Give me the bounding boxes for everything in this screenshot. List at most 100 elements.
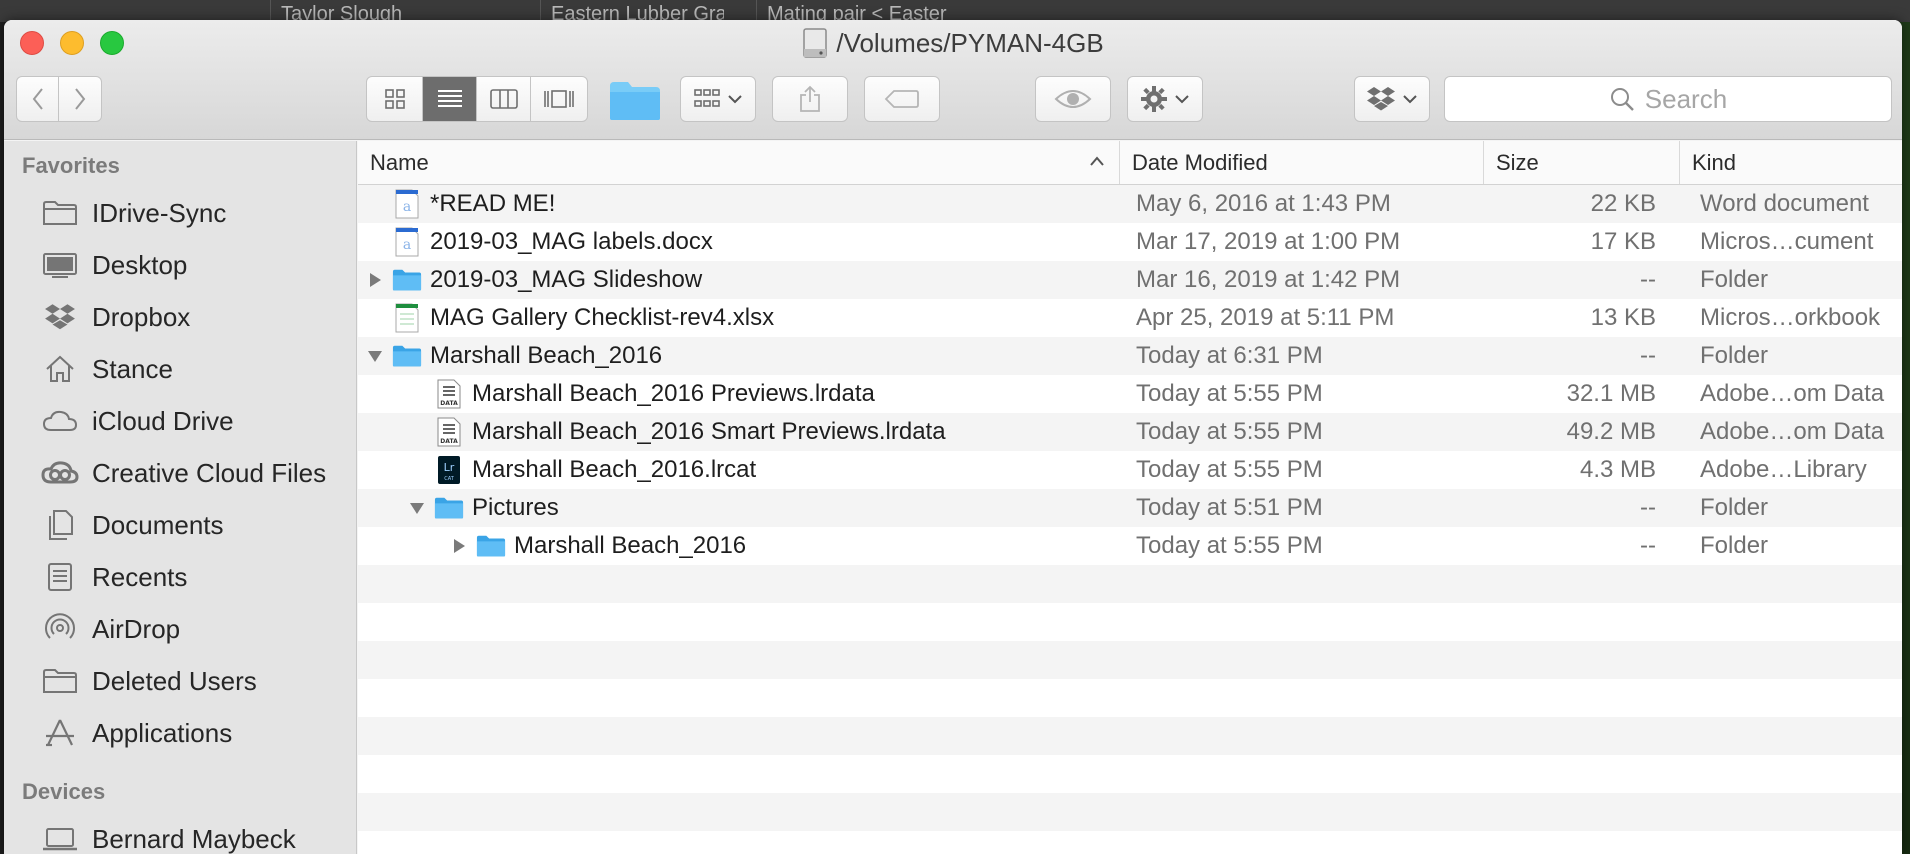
sidebar-item-label: Deleted Users <box>92 665 257 696</box>
kind-cell: Folder <box>1700 532 1769 559</box>
table-row[interactable]: 2019-03_MAG Slideshow Mar 16, 2019 at 1:4… <box>358 261 1902 299</box>
date-modified-cell: Today at 5:55 PM <box>1136 380 1323 407</box>
tags-button[interactable] <box>864 76 940 122</box>
date-modified-cell: Today at 5:55 PM <box>1136 532 1323 559</box>
file-name-cell: 2019-03_MAG Slideshow <box>358 265 1120 295</box>
grid-icon <box>384 89 405 109</box>
recents-icon <box>40 561 80 593</box>
laptop-icon <box>40 823 80 854</box>
icon-view-button[interactable] <box>367 77 423 121</box>
file-name-cell: Marshall Beach_2016 <box>358 531 1120 561</box>
size-cell: 22 KB <box>1590 190 1656 217</box>
sidebar-item-label: IDrive-Sync <box>92 197 227 228</box>
word-doc-icon: a <box>392 189 422 219</box>
sidebar-item-documents[interactable]: Documents <box>4 499 356 551</box>
file-name: Marshall Beach_2016 Smart Previews.lrdat… <box>472 418 946 445</box>
disclosure-triangle-expanded-icon[interactable] <box>406 497 428 519</box>
home-icon <box>40 353 80 385</box>
sidebar-item-stance[interactable]: Stance <box>4 343 356 395</box>
table-row[interactable]: DATA Marshall Beach_2016 Smart Previews.l… <box>358 413 1902 451</box>
kind-cell: Adobe…Library <box>1700 456 1867 483</box>
file-name-cell: DATA Marshall Beach_2016 Previews.lrdata <box>358 379 1120 409</box>
file-list: Name Date Modified Size Kind a *READ ME! M… <box>358 141 1902 854</box>
background-tab[interactable]: Mating pair < Easter <box>756 0 956 22</box>
file-name-cell: Marshall Beach_2016 <box>358 341 1120 371</box>
quick-look-button[interactable] <box>1035 76 1111 122</box>
column-header-date[interactable]: Date Modified <box>1120 141 1484 184</box>
sidebar-item-dropbox[interactable]: Dropbox <box>4 291 356 343</box>
gallery-view-button[interactable] <box>531 77 587 121</box>
share-button[interactable] <box>772 76 848 122</box>
sidebar-item-idrive-sync[interactable]: IDrive-Sync <box>4 187 356 239</box>
finder-window: /Volumes/PYMAN-4GB Search Favorites IDri… <box>4 20 1902 854</box>
date-modified-cell: Mar 17, 2019 at 1:00 PM <box>1136 228 1401 255</box>
dropbox-button[interactable] <box>1354 76 1430 122</box>
disclosure-triangle-collapsed-icon[interactable] <box>448 535 470 557</box>
folder-icon[interactable] <box>608 78 662 127</box>
action-menu-button[interactable] <box>1127 76 1203 122</box>
group-by-button[interactable] <box>680 76 756 122</box>
kind-cell: Word document <box>1700 190 1869 217</box>
disclosure-triangle-expanded-icon[interactable] <box>364 345 386 367</box>
sidebar-item-label: Bernard Maybeck <box>92 823 296 854</box>
file-name: Marshall Beach_2016 Previews.lrdata <box>472 380 875 407</box>
sidebar-item-label: Applications <box>92 717 233 748</box>
table-row[interactable]: DATA Marshall Beach_2016 Previews.lrdata T… <box>358 375 1902 413</box>
sidebar-item-creative-cloud-files[interactable]: Creative Cloud Files <box>4 447 356 499</box>
table-row[interactable]: Marshall Beach_2016 Today at 6:31 PM -- Fol… <box>358 337 1902 375</box>
sidebar-item-desktop[interactable]: Desktop <box>4 239 356 291</box>
background-tab[interactable]: Eastern Lubber Gras <box>540 0 724 22</box>
empty-row <box>358 641 1902 679</box>
sidebar-item-applications[interactable]: Applications <box>4 707 356 759</box>
column-header-kind[interactable]: Kind <box>1680 141 1902 184</box>
table-row[interactable]: Marshall Beach_2016 Today at 5:55 PM -- Fol… <box>358 527 1902 565</box>
dropbox-icon <box>40 301 80 333</box>
list-icon <box>437 90 462 107</box>
window-title: /Volumes/PYMAN-4GB <box>4 28 1902 59</box>
documents-icon <box>40 509 80 541</box>
sidebar-item-deleted-users[interactable]: Deleted Users <box>4 655 356 707</box>
file-name: Marshall Beach_2016 <box>430 342 663 369</box>
table-row[interactable]: Pictures Today at 5:51 PM -- Folder <box>358 489 1902 527</box>
date-modified-cell: Today at 5:55 PM <box>1136 418 1323 445</box>
column-view-button[interactable] <box>477 77 531 121</box>
file-name-cell: DATA Marshall Beach_2016 Smart Previews.l… <box>358 417 1120 447</box>
sidebar-item-label: Documents <box>92 509 224 540</box>
size-cell: -- <box>1640 342 1656 369</box>
file-name-cell: a 2019-03_MAG labels.docx <box>358 227 1120 257</box>
folder-icon <box>40 665 80 697</box>
date-modified-cell: Mar 16, 2019 at 1:42 PM <box>1136 266 1401 293</box>
background-tab[interactable]: Taylor Slough <box>270 0 464 22</box>
titlebar: /Volumes/PYMAN-4GB Search <box>4 20 1902 140</box>
sidebar-item-label: AirDrop <box>92 613 181 644</box>
svg-text:DATA: DATA <box>440 438 458 445</box>
sidebar-item-icloud-drive[interactable]: iCloud Drive <box>4 395 356 447</box>
date-modified-cell: Today at 5:51 PM <box>1136 494 1323 521</box>
group-grid-icon <box>694 89 720 107</box>
size-cell: 13 KB <box>1590 304 1656 331</box>
column-header-name[interactable]: Name <box>358 141 1120 184</box>
sidebar-item-label: Recents <box>92 561 188 592</box>
search-field[interactable]: Search <box>1444 76 1892 122</box>
disclosure-triangle-collapsed-icon[interactable] <box>364 269 386 291</box>
sidebar-item-recents[interactable]: Recents <box>4 551 356 603</box>
file-name: Pictures <box>472 494 559 521</box>
back-button[interactable] <box>17 77 60 121</box>
list-view-button[interactable] <box>423 77 477 121</box>
sidebar-item-airdrop[interactable]: AirDrop <box>4 603 356 655</box>
svg-text:DATA: DATA <box>440 400 458 407</box>
table-row[interactable]: a 2019-03_MAG labels.docx Mar 17, 2019 at … <box>358 223 1902 261</box>
folder-icon <box>392 341 422 371</box>
table-row[interactable]: MAG Gallery Checklist-rev4.xlsx Apr 25, 2… <box>358 299 1902 337</box>
forward-button[interactable] <box>59 77 101 121</box>
tag-icon <box>884 90 919 108</box>
sidebar-item-bernard-maybeck[interactable]: Bernard Maybeck <box>4 813 356 854</box>
column-header-name-label: Name <box>370 149 429 175</box>
table-row[interactable]: Lr CAT Marshall Beach_2016.lrcat Today at 5… <box>358 451 1902 489</box>
column-header-size[interactable]: Size <box>1484 141 1680 184</box>
empty-row <box>358 717 1902 755</box>
cloud-icon <box>40 405 80 437</box>
table-row[interactable]: a *READ ME! May 6, 2016 at 1:43 PM 22 KB Wor… <box>358 185 1902 223</box>
